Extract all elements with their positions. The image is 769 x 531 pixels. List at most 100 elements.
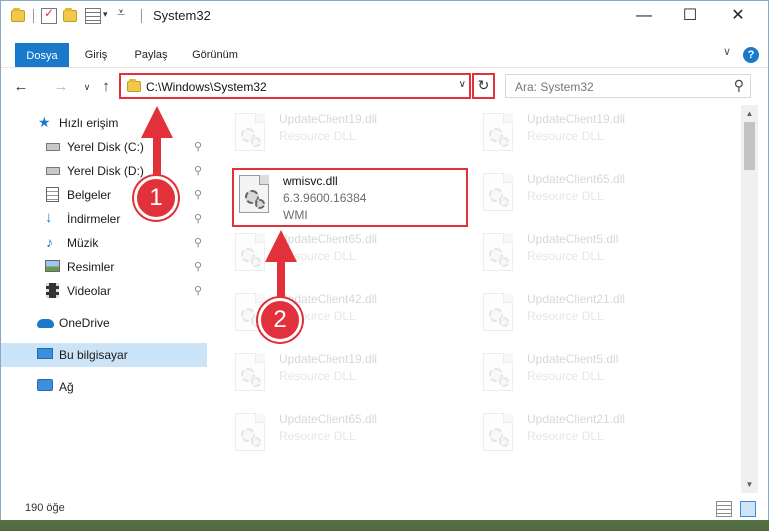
pin-icon[interactable]: ⚲ (194, 284, 202, 297)
minimize-button[interactable]: — (621, 1, 667, 31)
address-path[interactable]: C:\Windows\System32 (146, 80, 267, 94)
refresh-button[interactable]: ↻ (472, 73, 495, 99)
file-type: Resource DLL (527, 309, 604, 323)
sidebar-item-label: Videolar (67, 284, 111, 298)
tiles-view-icon[interactable] (740, 501, 756, 517)
search-icon[interactable]: ⚲ (734, 77, 744, 94)
tab-share[interactable]: Paylaş (129, 43, 173, 67)
recent-locations-button[interactable]: ∨ (77, 77, 97, 97)
sidebar-item-videos[interactable]: Videolar ⚲ (1, 279, 207, 303)
file-type: Resource DLL (527, 189, 604, 203)
sidebar-item-onedrive[interactable]: OneDrive (1, 311, 207, 335)
file-type: Resource DLL (527, 129, 604, 143)
file-name: UpdateClient5.dll (527, 232, 619, 246)
list-item[interactable]: UpdateClient65.dll Resource DLL (479, 169, 709, 221)
ribbon: Dosya Giriş Paylaş Görünüm ∨ ? (1, 31, 768, 69)
file-name: UpdateClient65.dll (279, 412, 378, 426)
address-bar[interactable]: C:\Windows\System32 ∨ (119, 73, 471, 99)
file-type: Resource DLL (527, 429, 604, 443)
dll-file-icon (483, 233, 513, 271)
scroll-down-icon[interactable]: ▼ (741, 476, 758, 493)
quick-access-separator (33, 9, 34, 23)
drive-icon (46, 143, 60, 151)
new-folder-icon[interactable] (63, 8, 77, 22)
sidebar-item-quick-access[interactable]: ★ Hızlı erişim (1, 111, 207, 135)
folder-icon (11, 8, 25, 22)
sidebar-item-label: Bu bilgisayar (59, 348, 128, 362)
list-item[interactable]: UpdateClient65.dll Resource DLL (231, 409, 461, 461)
qat-overflow-icon[interactable]: ⩡ (117, 4, 125, 21)
details-view-icon[interactable] (716, 501, 732, 517)
sidebar-item-network[interactable]: Ağ (1, 375, 207, 399)
close-button[interactable]: ✕ (715, 1, 761, 31)
address-dropdown-icon[interactable]: ∨ (459, 79, 466, 90)
layout-icon[interactable] (85, 8, 101, 24)
file-name: UpdateClient65.dll (527, 172, 626, 186)
pin-icon[interactable]: ⚲ (194, 236, 202, 249)
properties-icon[interactable]: ✓ (41, 6, 57, 24)
sidebar-item-label: Belgeler (67, 188, 112, 202)
download-icon: ↓ (45, 209, 53, 226)
pin-icon[interactable]: ⚲ (194, 164, 202, 177)
list-item[interactable]: UpdateClient21.dll Resource DLL (479, 289, 709, 341)
status-bar: 190 öğe (1, 497, 768, 520)
sidebar-item-local-disk-d[interactable]: Yerel Disk (D:) ⚲ (1, 159, 207, 183)
drive-icon (46, 167, 60, 175)
sidebar-item-label: Yerel Disk (D:) (67, 164, 144, 178)
sidebar-item-local-disk-c[interactable]: Yerel Disk (C:) ⚲ (1, 135, 207, 159)
title-separator (141, 9, 142, 23)
list-item[interactable]: UpdateClient5.dll Resource DLL (479, 349, 709, 401)
ribbon-expand-icon[interactable]: ∨ (723, 45, 731, 58)
dll-file-icon (235, 353, 265, 391)
dll-file-icon (483, 173, 513, 211)
music-icon: ♪ (46, 234, 53, 250)
forward-button[interactable]: → (51, 77, 71, 97)
sidebar-item-downloads[interactable]: ↓ İndirmeler ⚲ (1, 207, 207, 231)
scroll-up-icon[interactable]: ▲ (741, 105, 758, 122)
help-icon[interactable]: ? (743, 47, 759, 63)
file-name: UpdateClient19.dll (279, 112, 378, 126)
vertical-scrollbar[interactable]: ▲ ▼ (741, 105, 758, 493)
dll-file-icon (483, 413, 513, 451)
address-row: ← → ∨ ↑ C:\Windows\System32 ∨ ↻ Ara: Sys… (1, 67, 768, 105)
up-button[interactable]: ↑ (96, 77, 116, 97)
dll-file-icon (483, 353, 513, 391)
pin-icon[interactable]: ⚲ (194, 140, 202, 153)
list-item[interactable]: UpdateClient5.dll Resource DLL (479, 229, 709, 281)
sidebar-item-label: Müzik (67, 236, 99, 250)
file-name: UpdateClient21.dll (527, 292, 626, 306)
tab-file[interactable]: Dosya (15, 43, 69, 69)
customize-dropdown-icon[interactable]: ▾ (103, 9, 108, 20)
maximize-button[interactable]: ☐ (667, 1, 713, 31)
back-button[interactable]: ← (11, 77, 31, 97)
title-bar: ✓ ▾ ⩡ System32 — ☐ ✕ (1, 1, 768, 31)
list-item[interactable]: UpdateClient19.dll Resource DLL (231, 109, 461, 161)
file-name: UpdateClient19.dll (527, 112, 626, 126)
sidebar-item-pictures[interactable]: Resimler ⚲ (1, 255, 207, 279)
list-item[interactable]: UpdateClient19.dll Resource DLL (479, 109, 709, 161)
file-list: UpdateClient19.dll Resource DLL wmisvc.d… (211, 105, 741, 493)
pin-icon[interactable]: ⚲ (194, 260, 202, 273)
pin-icon[interactable]: ⚲ (194, 212, 202, 225)
arrow-up-icon (265, 230, 297, 262)
scroll-thumb[interactable] (744, 122, 755, 170)
step-2-badge: 2 (258, 298, 302, 342)
dll-file-icon (235, 113, 265, 151)
pin-icon[interactable]: ⚲ (194, 188, 202, 201)
sidebar-item-label: Yerel Disk (C:) (67, 140, 144, 154)
tab-home[interactable]: Giriş (79, 43, 113, 67)
navigation-pane: ★ Hızlı erişim Yerel Disk (C:) ⚲ Yerel D… (1, 105, 211, 493)
sidebar-item-this-pc[interactable]: Bu bilgisayar (1, 343, 207, 367)
file-name: UpdateClient5.dll (527, 352, 619, 366)
folder-icon (127, 79, 141, 92)
file-type: Resource DLL (527, 369, 604, 383)
sidebar-item-music[interactable]: ♪ Müzik ⚲ (1, 231, 207, 255)
sidebar-item-label: Hızlı erişim (59, 116, 119, 130)
sidebar-item-label: Resimler (67, 260, 115, 274)
search-input[interactable]: Ara: System32 ⚲ (505, 74, 751, 98)
pictures-icon (45, 260, 60, 272)
list-item[interactable]: UpdateClient19.dll Resource DLL (231, 349, 461, 401)
tab-view[interactable]: Görünüm (187, 43, 243, 67)
arrow-up-icon (141, 106, 173, 138)
list-item[interactable]: UpdateClient21.dll Resource DLL (479, 409, 709, 461)
